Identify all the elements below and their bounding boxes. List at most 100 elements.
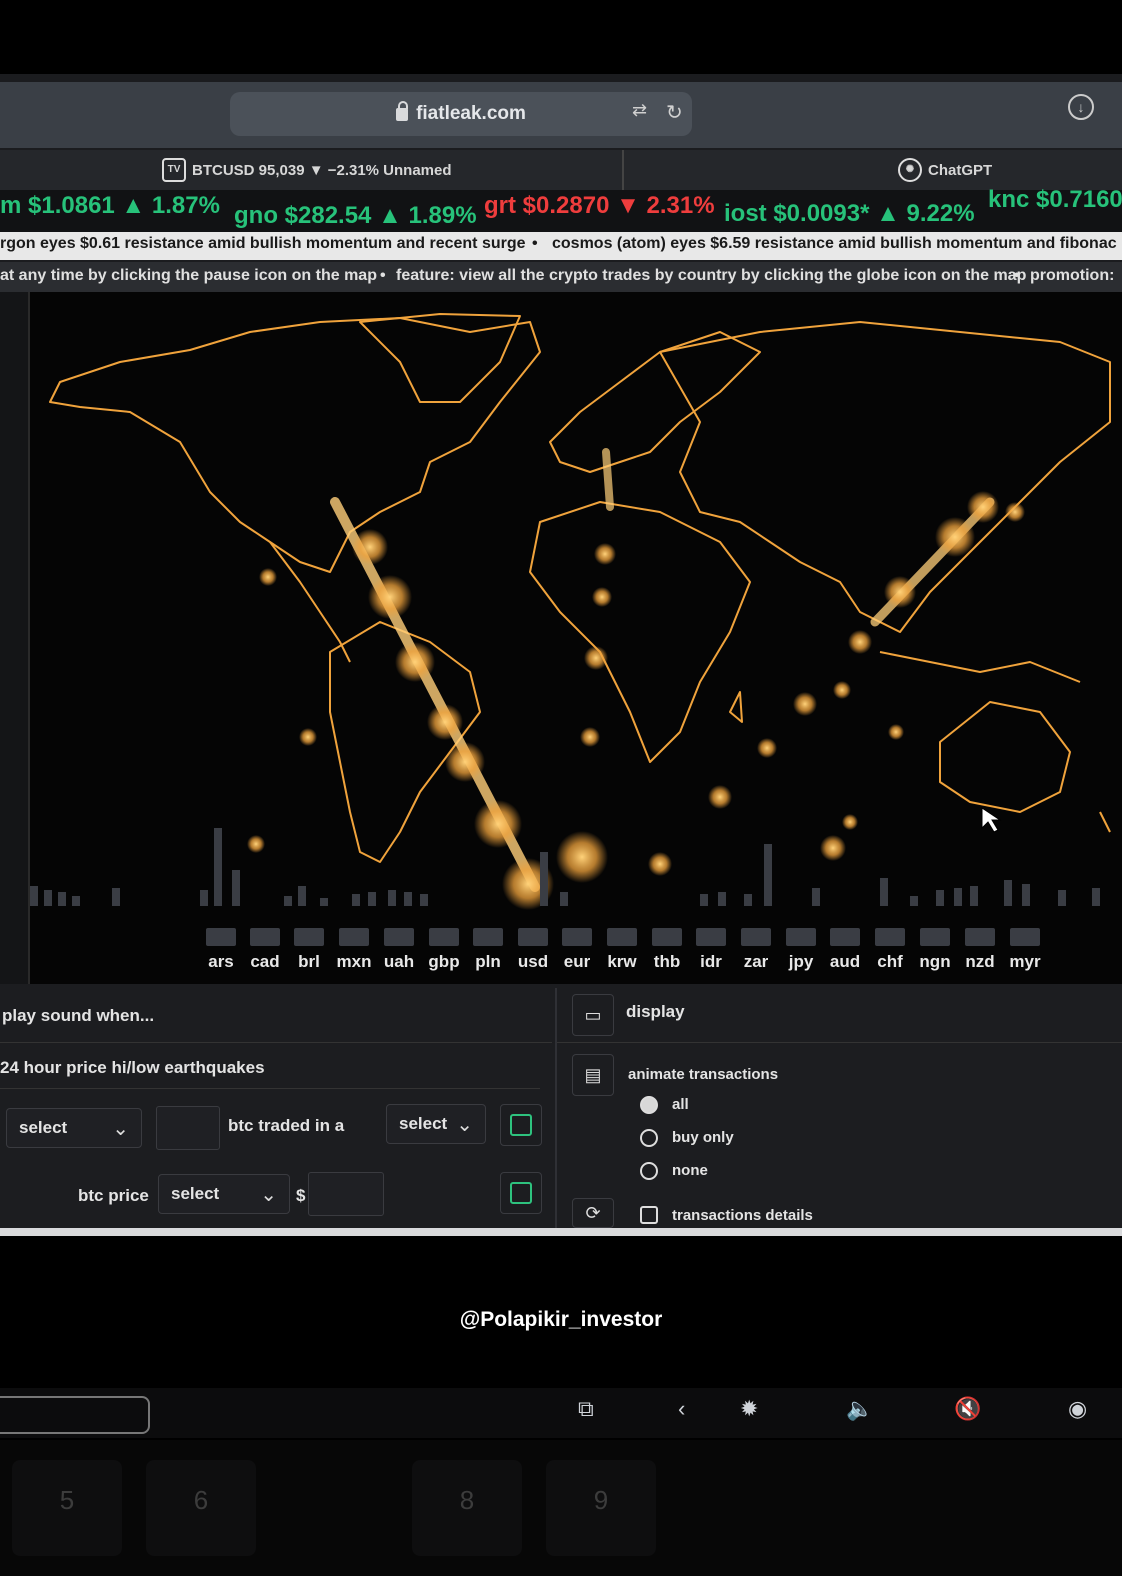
asia-outline [659,321,1111,633]
key-label: 8 [459,1485,475,1515]
amount-input[interactable] [156,1106,220,1150]
currency-aud[interactable]: aud [824,928,866,972]
trade-bubble [884,576,916,608]
save-button[interactable] [500,1104,542,1146]
currency-idr[interactable]: idr [690,928,732,972]
radio-all[interactable] [640,1096,658,1114]
details-icon[interactable]: ⟳ [572,1198,614,1228]
ticker-item[interactable]: knc $0.7160 [988,186,1122,214]
map-svg [30,313,1111,910]
currency-nzd[interactable]: nzd [959,928,1001,972]
central-america-outline [269,541,351,663]
currency-jpy[interactable]: jpy [780,928,822,972]
currency-brl[interactable]: brl [288,928,330,972]
flag-icon [786,928,816,946]
key[interactable]: 9 [546,1460,656,1556]
trade-bubble [708,785,732,809]
currency-label: nzd [965,952,995,971]
sound-header-title: play sound when... [2,1006,155,1025]
currency-label: myr [1009,952,1041,971]
currency-chf[interactable]: chf [869,928,911,972]
siri-icon[interactable]: ◉ [1068,1396,1087,1422]
trade-bubble [842,814,858,830]
flag-icon [518,928,548,946]
radio-label: buy only [672,1129,734,1146]
currency-label: brl [298,952,320,971]
currency-eur[interactable]: eur [556,928,598,972]
promo-ticker: at any time by clicking the pause icon o… [0,262,1122,292]
currency-label: ngn [919,952,951,971]
trade-bubble [820,835,846,861]
volume-icon[interactable]: 🔈 [846,1396,873,1422]
flag-icon [206,928,236,946]
period-select[interactable]: select ⌄ [386,1104,486,1144]
flag-icon [1010,928,1040,946]
download-icon[interactable]: ↓ [1068,94,1094,120]
chevron-left-icon[interactable]: ‹ [678,1396,685,1422]
currency-mxn[interactable]: mxn [333,928,375,972]
radio-buy-only[interactable] [640,1129,658,1147]
australia-outline [939,701,1071,813]
monitor-icon[interactable]: ▭ [572,994,614,1036]
currency-label: pln [475,952,501,971]
trade-bubble [299,728,317,746]
trade-bubble [848,630,872,654]
trade-bubble [584,646,608,670]
news-item[interactable]: rgon eyes $0.61 resistance amid bullish … [0,235,526,253]
left-sidebar[interactable] [0,292,30,984]
url-field[interactable]: fiatleak.com [230,92,692,136]
mute-icon[interactable]: 🔇 [954,1396,981,1422]
ticker-item[interactable]: iost $0.0093* ▲ 9.22% [724,200,975,228]
currency-cad[interactable]: cad [244,928,286,972]
tab-btcusd[interactable]: TV BTCUSD 95,039 ▼ −2.31% Unnamed [162,152,452,188]
save-icon [510,1114,532,1136]
new-zealand-outline [1099,811,1111,833]
currency-uah[interactable]: uah [378,928,420,972]
currency-ngn[interactable]: ngn [914,928,956,972]
trade-bubble [757,738,777,758]
news-item[interactable]: cosmos (atom) eyes $6.59 resistance amid… [552,235,1117,253]
save-button[interactable] [500,1172,542,1214]
key[interactable]: 5 [12,1460,122,1556]
price-input[interactable] [308,1172,384,1216]
btc-price-label: btc price [78,1186,149,1205]
ticker-item[interactable]: m $1.0861 ▲ 1.87% [0,192,220,220]
price-condition-select[interactable]: select ⌄ [158,1174,290,1214]
currency-thb[interactable]: thb [646,928,688,972]
currency-gbp[interactable]: gbp [423,928,465,972]
world-map[interactable] [0,292,1122,984]
volume-select[interactable]: select ⌄ [6,1108,142,1148]
currency-ars[interactable]: ars [200,928,242,972]
reload-icon[interactable]: ↻ [666,100,683,125]
currency-zar[interactable]: zar [735,928,777,972]
translate-icon[interactable]: ⇄ [632,100,1122,121]
currency-pln[interactable]: pln [467,928,509,972]
currency-usd[interactable]: usd [512,928,554,972]
currency-myr[interactable]: myr [1004,928,1046,972]
madagascar-outline [729,691,743,723]
key[interactable]: 6 [146,1460,256,1556]
radio-none[interactable] [640,1162,658,1180]
flag-icon [696,928,726,946]
brightness-icon[interactable]: ✹ [740,1396,758,1422]
tab-chatgpt[interactable]: ✺ ChatGPT [898,152,992,188]
north-america-outline [49,317,541,573]
flag-icon [830,928,860,946]
screenshot-icon[interactable]: ⧉ [578,1396,594,1422]
trade-bubble [427,704,463,740]
trade-bubble [368,575,412,619]
esc-key[interactable] [0,1396,150,1434]
ticker-item[interactable]: grt $0.2870 ▼ 2.31% [484,192,715,220]
transactions-details-checkbox[interactable] [640,1206,658,1224]
promo-item: at any time by clicking the pause icon o… [0,267,377,284]
news-ticker: rgon eyes $0.61 resistance amid bullish … [0,232,1122,260]
currency-label: krw [607,952,637,971]
film-icon[interactable]: ▤ [572,1054,614,1096]
flag-icon [875,928,905,946]
africa-outline [529,501,751,763]
key[interactable]: 8 [412,1460,522,1556]
currency-krw[interactable]: krw [601,928,643,972]
key-label: 9 [593,1485,609,1515]
animate-transactions-label: animate transactions [628,1066,779,1083]
ticker-item[interactable]: gno $282.54 ▲ 1.89% [234,202,477,230]
